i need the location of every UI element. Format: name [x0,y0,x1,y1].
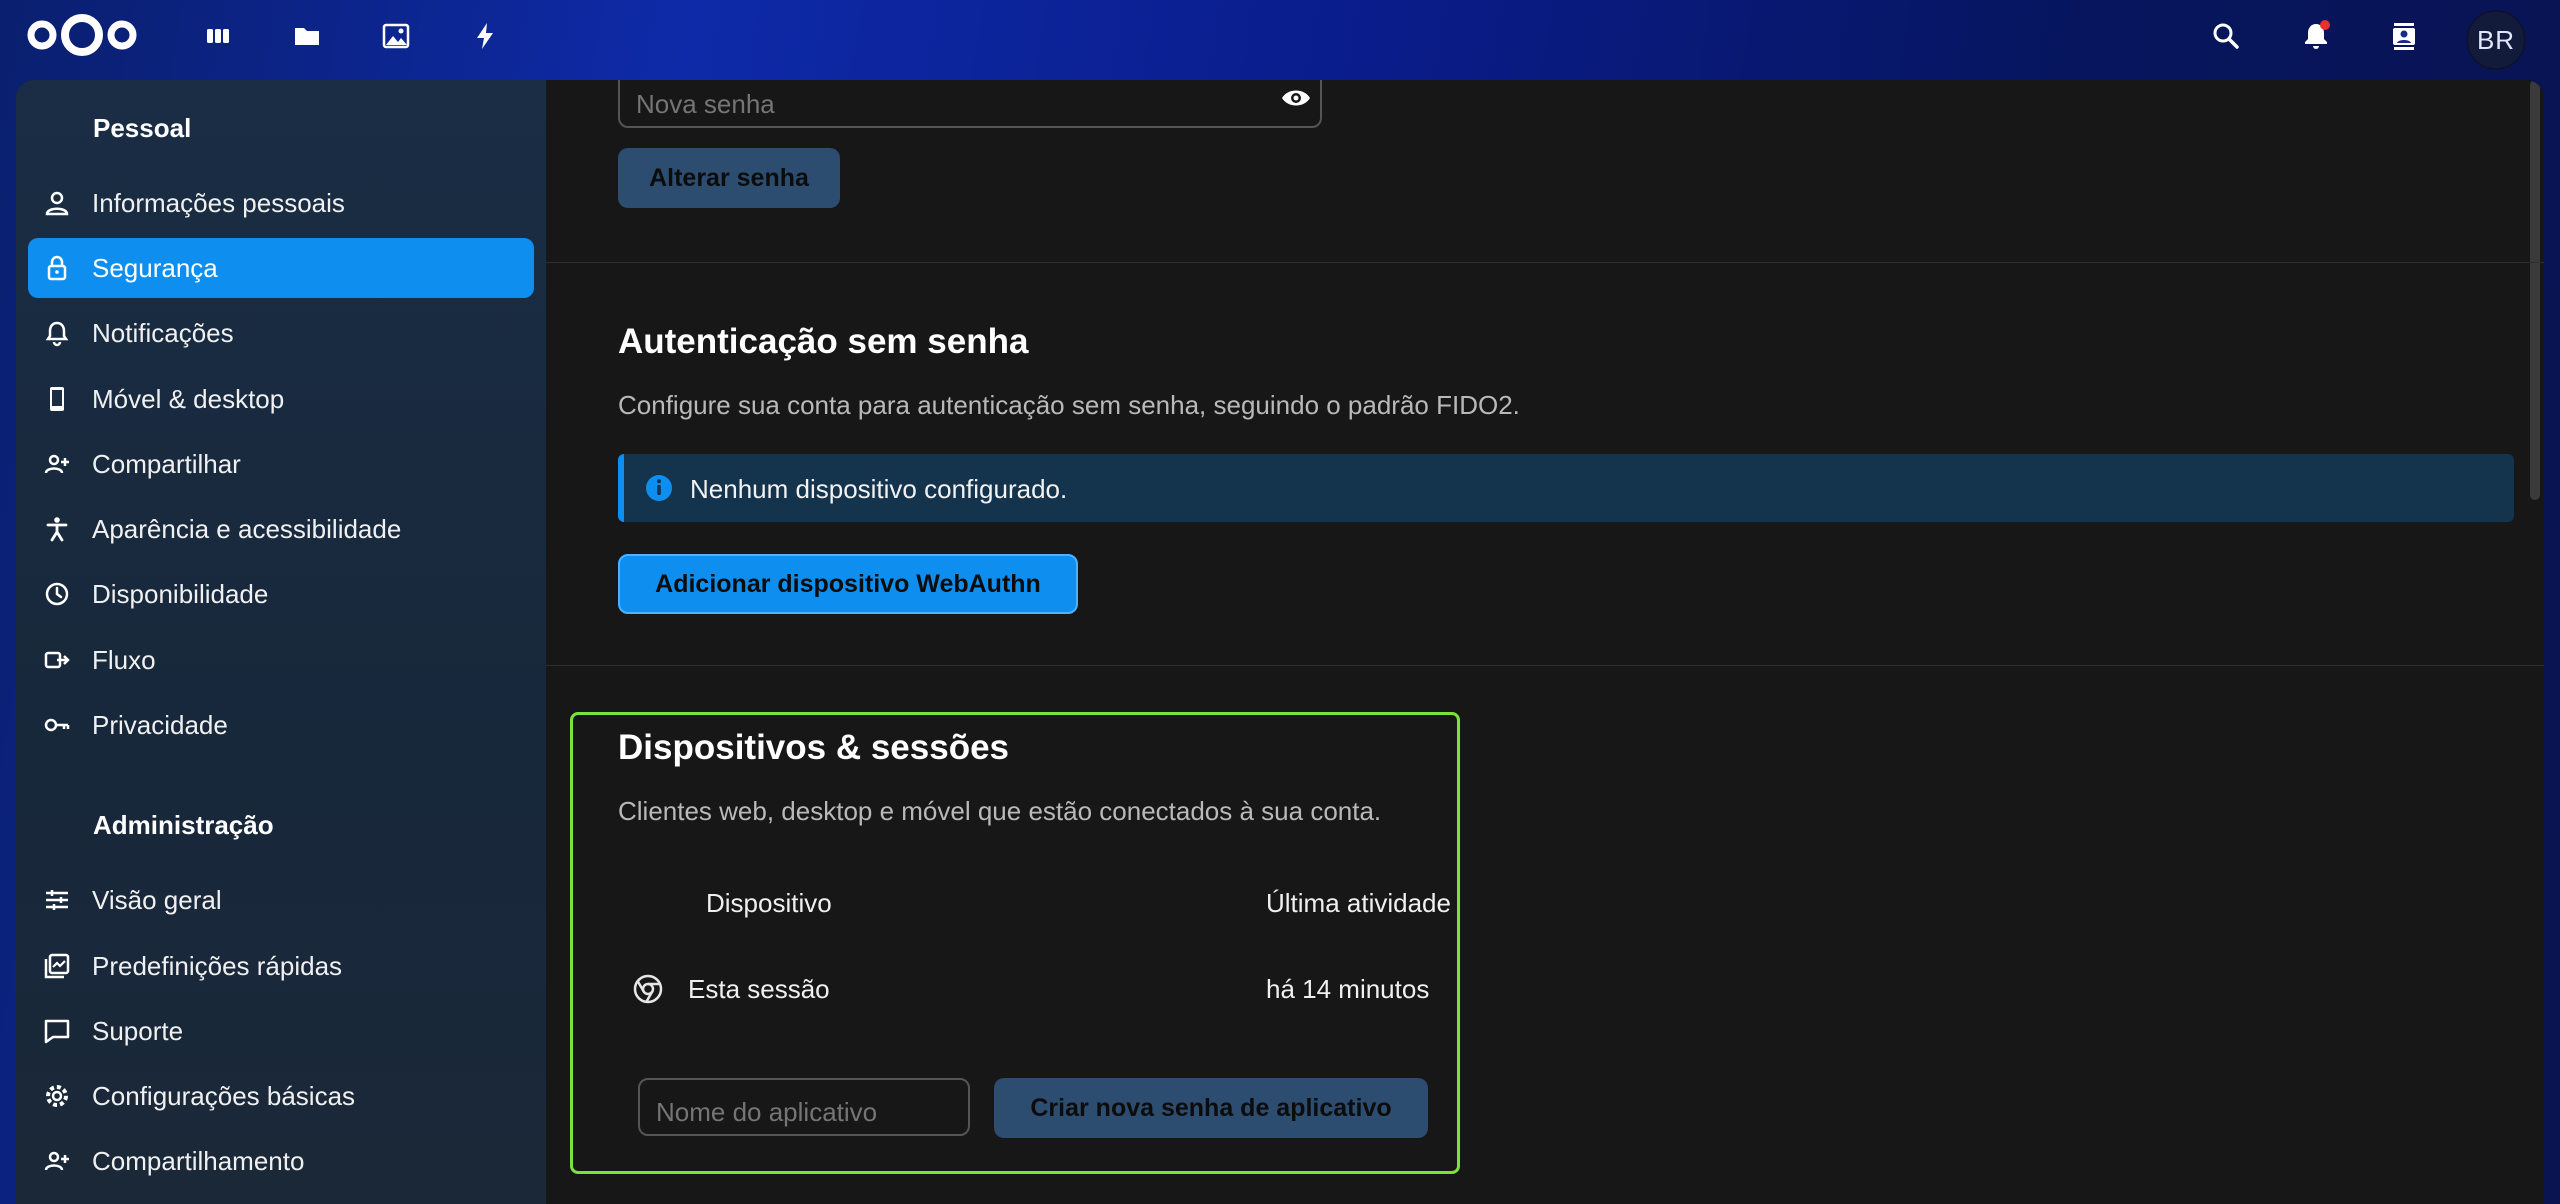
sidebar-item-availability[interactable]: Disponibilidade [28,564,534,624]
sidebar-item-label: Privacidade [92,709,228,740]
settings-content: Alterar senha Autenticação sem senha Con… [546,80,2544,1204]
sidebar-item-personal-info[interactable]: Informações pessoais [28,173,534,233]
chrome-icon [632,973,664,1010]
photos-icon[interactable] [376,16,416,56]
sidebar-item-label: Suporte [92,1015,184,1046]
clock-icon [42,579,72,609]
passwordless-title: Autenticação sem senha [618,322,1029,361]
sidebar-item-label: Fluxo [92,644,156,675]
top-header: BR [0,0,2560,72]
sidebar-item-mobile-desktop[interactable]: Móvel & desktop [28,369,534,429]
sidebar-item-label: Notificações [92,317,234,348]
sidebar-item-overview[interactable]: Visão geral [28,870,534,930]
sidebar-item-label: Visão geral [92,884,222,915]
info-icon [644,473,674,503]
eye-icon[interactable] [1280,82,1312,119]
sidebar-item-label: Móvel & desktop [92,383,285,414]
column-header-last-activity: Última atividade [1266,888,1451,918]
column-header-device: Dispositivo [706,888,832,918]
user-plus-icon [42,449,72,479]
add-webauthn-button[interactable]: Adicionar dispositivo WebAuthn [618,554,1078,614]
nextcloud-logo[interactable] [26,14,138,56]
sidebar-item-notifications[interactable]: Notificações [28,303,534,363]
new-password-field[interactable] [618,80,1322,128]
phone-icon [42,384,72,414]
flow-icon [42,645,72,675]
sidebar-item-label: Configurações básicas [92,1080,356,1111]
sessions-title: Dispositivos & sessões [618,728,1009,767]
personal-heading: Pessoal [93,113,192,143]
scrollbar[interactable] [2530,80,2540,500]
sliders-icon [42,885,72,915]
sidebar-item-privacy[interactable]: Privacidade [28,695,534,755]
sidebar-item-label: Disponibilidade [92,578,269,609]
bell-icon [42,318,72,348]
new-password-input[interactable] [634,88,1238,121]
dashboard-icon[interactable] [198,16,238,56]
sessions-description: Clientes web, desktop e móvel que estão … [618,796,1382,826]
admin-heading: Administração [93,810,274,840]
key-icon [42,710,72,740]
sidebar-item-basic-settings[interactable]: Configurações básicas [28,1066,534,1126]
create-app-password-button[interactable]: Criar nova senha de aplicativo [994,1078,1428,1138]
sidebar-item-label: Aparência e acessibilidade [92,513,402,544]
sidebar-item-label: Segurança [92,252,218,283]
settings-sidebar: Pessoal Informações pessoais Segurança N… [16,80,546,1204]
presets-icon [42,951,72,981]
change-password-button[interactable]: Alterar senha [618,148,840,208]
section-divider [546,262,2544,263]
notifications-icon[interactable] [2296,16,2336,56]
session-last-activity: há 14 minutos [1266,974,1430,1004]
session-device-name: Esta sessão [688,974,830,1004]
settings-window: Pessoal Informações pessoais Segurança N… [16,80,2544,1204]
sidebar-item-label: Compartilhar [92,448,241,479]
user-icon [42,188,72,218]
sidebar-item-support[interactable]: Suporte [28,1001,534,1061]
chat-icon [42,1016,72,1046]
section-divider [546,665,2544,666]
search-icon[interactable] [2206,16,2246,56]
user-plus-icon [42,1146,72,1176]
info-notice: Nenhum dispositivo configurado. [618,454,2514,522]
info-text: Nenhum dispositivo configurado. [690,474,1068,504]
app-name-field[interactable] [638,1078,970,1136]
accessibility-icon [42,514,72,544]
sidebar-item-label: Compartilhamento [92,1145,305,1176]
user-avatar[interactable]: BR [2466,10,2526,70]
passwordless-description: Configure sua conta para autenticação se… [618,390,1520,420]
sidebar-item-appearance[interactable]: Aparência e acessibilidade [28,499,534,559]
sidebar-item-sharing[interactable]: Compartilhar [28,434,534,494]
gear-icon [42,1081,72,1111]
activity-icon[interactable] [465,16,505,56]
sidebar-item-sharing-admin[interactable]: Compartilhamento [28,1131,534,1191]
sidebar-item-label: Informações pessoais [92,187,345,218]
sidebar-item-security[interactable]: Segurança [28,238,534,298]
lock-icon [42,253,72,283]
sidebar-item-flow[interactable]: Fluxo [28,630,534,690]
files-icon[interactable] [287,16,327,56]
sidebar-item-quick-presets[interactable]: Predefinições rápidas [28,936,534,996]
contacts-icon[interactable] [2384,16,2424,56]
app-name-input[interactable] [654,1096,958,1129]
sidebar-item-label: Predefinições rápidas [92,950,343,981]
notification-dot [2320,20,2330,30]
